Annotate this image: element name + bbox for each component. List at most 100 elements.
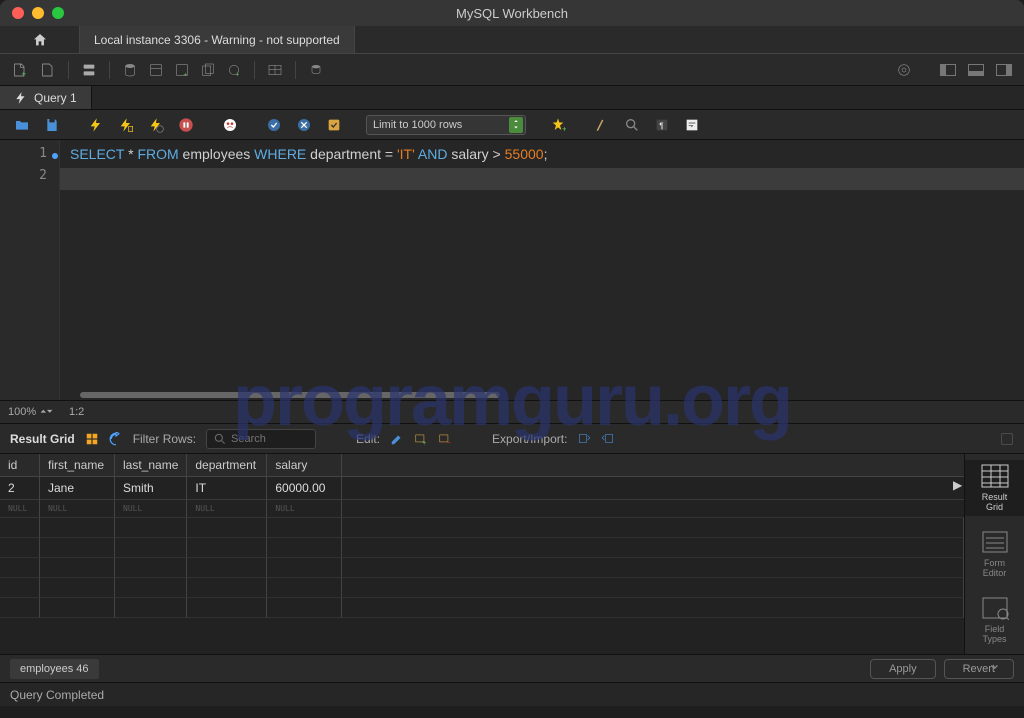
table-row[interactable]: 2 Jane Smith IT 60000.00 <box>0 477 964 500</box>
explain-icon[interactable] <box>144 113 168 137</box>
apply-button[interactable]: Apply <box>870 659 936 679</box>
query-tabs: Query 1 <box>0 86 1024 110</box>
col-header-salary[interactable]: salary <box>267 454 342 477</box>
main-toolbar: + + + <box>0 54 1024 86</box>
commit-icon[interactable] <box>262 113 286 137</box>
find-icon[interactable] <box>590 113 614 137</box>
rollback-icon[interactable] <box>292 113 316 137</box>
query-tab-label: Query 1 <box>34 91 77 105</box>
filter-label: Filter Rows: <box>133 432 196 446</box>
result-tab[interactable]: employees 46 <box>10 659 99 679</box>
lightning-icon <box>14 91 28 105</box>
home-tab[interactable] <box>0 26 80 53</box>
null-row[interactable]: NULL NULL NULL NULL NULL <box>0 500 964 518</box>
svg-text:¶: ¶ <box>659 121 663 130</box>
connection-tab[interactable]: Local instance 3306 - Warning - not supp… <box>80 26 355 53</box>
sql-editor[interactable]: 1 2 SELECT * FROM employees WHERE depart… <box>0 140 1024 400</box>
panel-toggle-2[interactable] <box>964 58 988 82</box>
col-header-last-name[interactable]: last_name <box>115 454 187 477</box>
editor-footer: 100% ⏶⏷ 1:2 <box>0 400 1024 424</box>
execute-current-icon[interactable] <box>114 113 138 137</box>
svg-text:−: − <box>446 437 451 445</box>
import-icon[interactable] <box>601 432 615 446</box>
field-type-icon <box>981 596 1009 620</box>
settings-icon[interactable] <box>892 58 916 82</box>
table-data-icon[interactable] <box>263 58 287 82</box>
code-area[interactable]: SELECT * FROM employees WHERE department… <box>60 140 1024 400</box>
form-icon <box>981 530 1009 554</box>
svg-text:+: + <box>183 71 187 77</box>
delete-row-icon[interactable]: − <box>438 432 452 446</box>
side-field-types[interactable]: Field Types <box>965 592 1024 648</box>
result-side-panel: ▶ Result Grid Form Editor Field Types ⌄ <box>964 454 1024 654</box>
open-sql-icon[interactable] <box>36 58 60 82</box>
panel-toggle-1[interactable] <box>936 58 960 82</box>
col-header-id[interactable]: id <box>0 454 40 477</box>
export-icon[interactable] <box>577 432 591 446</box>
status-text: Query Completed <box>10 688 104 702</box>
execute-icon[interactable] <box>84 113 108 137</box>
server-admin-icon[interactable] <box>77 58 101 82</box>
breakpoint-dot <box>52 153 58 159</box>
result-footer: employees 46 Apply Revert <box>0 654 1024 682</box>
grid-view-icon[interactable] <box>85 432 99 446</box>
new-sql-tab-icon[interactable]: + <box>8 58 32 82</box>
editor-gutter: 1 2 <box>0 140 60 400</box>
db-icon-1[interactable] <box>118 58 142 82</box>
open-file-icon[interactable] <box>10 113 34 137</box>
limit-label: Limit to 1000 rows <box>373 119 462 131</box>
grid-icon <box>981 464 1009 488</box>
limit-rows-dropdown[interactable]: Limit to 1000 rows <box>366 115 526 135</box>
edit-label: Edit: <box>356 432 380 446</box>
col-header-department[interactable]: department <box>187 454 267 477</box>
db-icon-5[interactable]: + <box>222 58 246 82</box>
wrap-icon[interactable] <box>680 113 704 137</box>
side-result-grid[interactable]: Result Grid <box>965 460 1024 516</box>
result-grid-label: Result Grid <box>10 432 75 446</box>
reconnect-icon[interactable] <box>304 58 328 82</box>
titlebar: MySQL Workbench <box>0 0 1024 26</box>
side-form-editor[interactable]: Form Editor <box>965 526 1024 582</box>
home-icon <box>32 32 48 48</box>
refresh-icon[interactable] <box>109 432 123 446</box>
stop-icon[interactable] <box>174 113 198 137</box>
toggle-invisible-icon[interactable]: ¶ <box>650 113 674 137</box>
editor-scrollbar-horizontal[interactable] <box>80 392 500 398</box>
beautify-icon[interactable]: + <box>546 113 570 137</box>
wrap-cell-icon[interactable] <box>1000 432 1014 446</box>
db-icon-2[interactable] <box>144 58 168 82</box>
connection-tab-label: Local instance 3306 - Warning - not supp… <box>94 33 340 47</box>
connection-tabs: Local instance 3306 - Warning - not supp… <box>0 26 1024 54</box>
edit-row-icon[interactable] <box>390 432 404 446</box>
result-grid[interactable]: id first_name last_name department salar… <box>0 454 964 654</box>
filter-rows-input[interactable] <box>206 429 316 449</box>
cursor-position: 1:2 <box>69 406 84 418</box>
query-toolbar: Limit to 1000 rows + ¶ <box>0 110 1024 140</box>
search-icon-small <box>213 432 227 446</box>
revert-button[interactable]: Revert <box>944 659 1014 679</box>
svg-text:+: + <box>235 71 239 77</box>
result-toolbar: Result Grid Filter Rows: Edit: + − Expor… <box>0 424 1024 454</box>
app-title: MySQL Workbench <box>0 6 1024 21</box>
col-header-first-name[interactable]: first_name <box>40 454 115 477</box>
db-icon-3[interactable]: + <box>170 58 194 82</box>
svg-text:+: + <box>562 124 566 132</box>
add-row-icon[interactable]: + <box>414 432 428 446</box>
svg-text:+: + <box>422 439 426 445</box>
query-tab[interactable]: Query 1 <box>0 86 92 109</box>
dropdown-arrows-icon <box>509 117 523 133</box>
db-icon-4[interactable] <box>196 58 220 82</box>
expand-arrow-icon[interactable]: ▶ <box>953 478 962 492</box>
result-body: id first_name last_name department salar… <box>0 454 1024 654</box>
no-limit-icon[interactable] <box>218 113 242 137</box>
search-icon[interactable] <box>620 113 644 137</box>
chevron-down-icon[interactable]: ⌄ <box>988 654 1001 674</box>
autocommit-icon[interactable] <box>322 113 346 137</box>
export-label: Export/Import: <box>492 432 567 446</box>
save-file-icon[interactable] <box>40 113 64 137</box>
current-line <box>60 168 1024 190</box>
svg-text:+: + <box>21 69 26 77</box>
panel-toggle-3[interactable] <box>992 58 1016 82</box>
status-bar: Query Completed <box>0 682 1024 706</box>
zoom-selector[interactable]: 100% ⏶⏷ <box>8 406 53 418</box>
